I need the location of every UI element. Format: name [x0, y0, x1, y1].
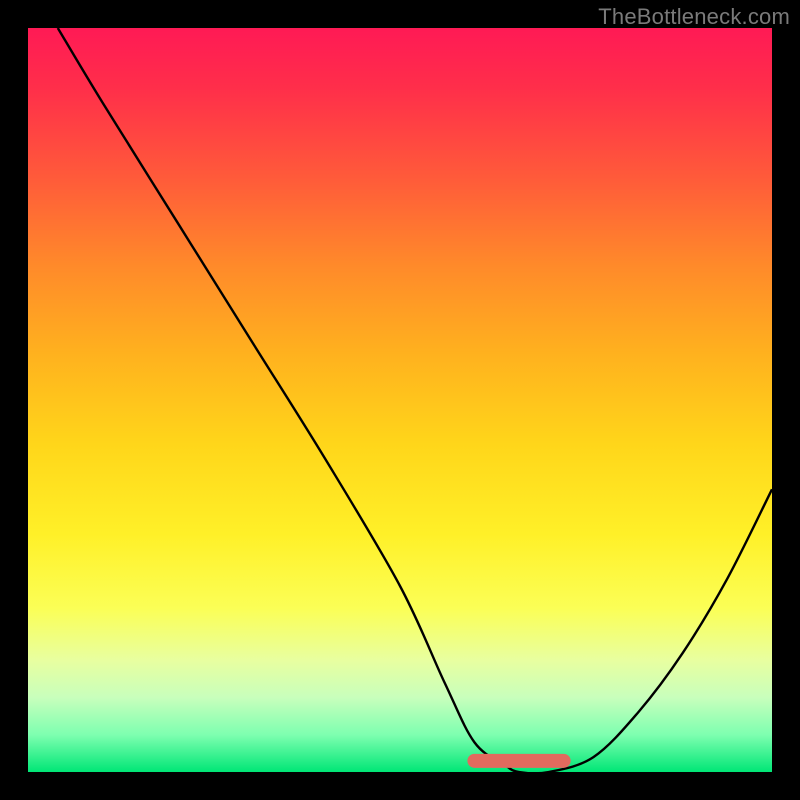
bottleneck-curve-line: [58, 28, 772, 773]
chart-plot-area: [28, 28, 772, 772]
chart-svg: [28, 28, 772, 772]
watermark-text: TheBottleneck.com: [598, 4, 790, 30]
chart-frame: TheBottleneck.com: [0, 0, 800, 800]
